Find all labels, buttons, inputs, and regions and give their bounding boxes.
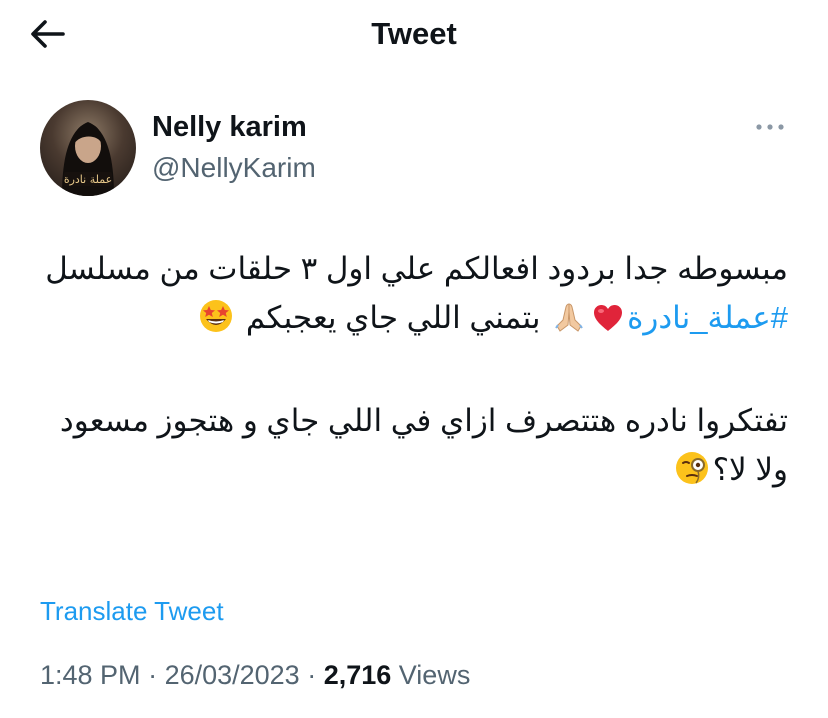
meta-separator: · bbox=[140, 660, 165, 690]
views-count: 2,716 bbox=[323, 660, 392, 690]
top-bar: Tweet bbox=[0, 0, 828, 70]
tweet-line-2-start: مسلسل bbox=[45, 251, 151, 286]
tweet-line-2-end: بتمني اللي جاي يعجبكم bbox=[245, 300, 541, 335]
tweet-metadata: 1:48 PM · 26/03/2023 · 2,716 Views bbox=[40, 657, 470, 693]
author-info: Nelly karim @NellyKarim bbox=[152, 108, 316, 186]
author-handle[interactable]: @NellyKarim bbox=[152, 150, 316, 186]
tweet-date[interactable]: 26/03/2023 bbox=[165, 660, 300, 690]
heart-emoji-icon bbox=[592, 299, 624, 348]
folded-hands-emoji-icon bbox=[552, 299, 586, 348]
tweet-paragraph-1: مبسوطه جدا بردود افعالكم علي اول ٣ حلقات… bbox=[34, 244, 788, 348]
avatar[interactable]: عملة نادرة bbox=[40, 100, 136, 196]
tweet-paragraph-2: تفتكروا نادره هتتصرف ازاي في اللي جاي و … bbox=[34, 396, 788, 500]
hashtag-link[interactable]: #عملة_نادرة bbox=[627, 300, 788, 335]
page-title: Tweet bbox=[371, 16, 457, 51]
avatar-caption: عملة نادرة bbox=[64, 173, 112, 186]
tweet-line-1: مبسوطه جدا بردود افعالكم علي اول ٣ حلقات… bbox=[159, 251, 788, 286]
tweet-time[interactable]: 1:48 PM bbox=[40, 660, 141, 690]
meta-separator: · bbox=[299, 660, 324, 690]
face-with-monocle-emoji-icon bbox=[674, 450, 710, 500]
more-horizontal-icon bbox=[756, 124, 784, 130]
views-label: Views bbox=[391, 660, 471, 690]
translate-tweet-link[interactable]: Translate Tweet bbox=[40, 594, 224, 628]
author-name[interactable]: Nelly karim bbox=[152, 108, 316, 146]
tweet-text: مبسوطه جدا بردود افعالكم علي اول ٣ حلقات… bbox=[34, 244, 788, 500]
star-struck-emoji-icon bbox=[198, 298, 234, 348]
more-options-button[interactable] bbox=[752, 112, 788, 142]
